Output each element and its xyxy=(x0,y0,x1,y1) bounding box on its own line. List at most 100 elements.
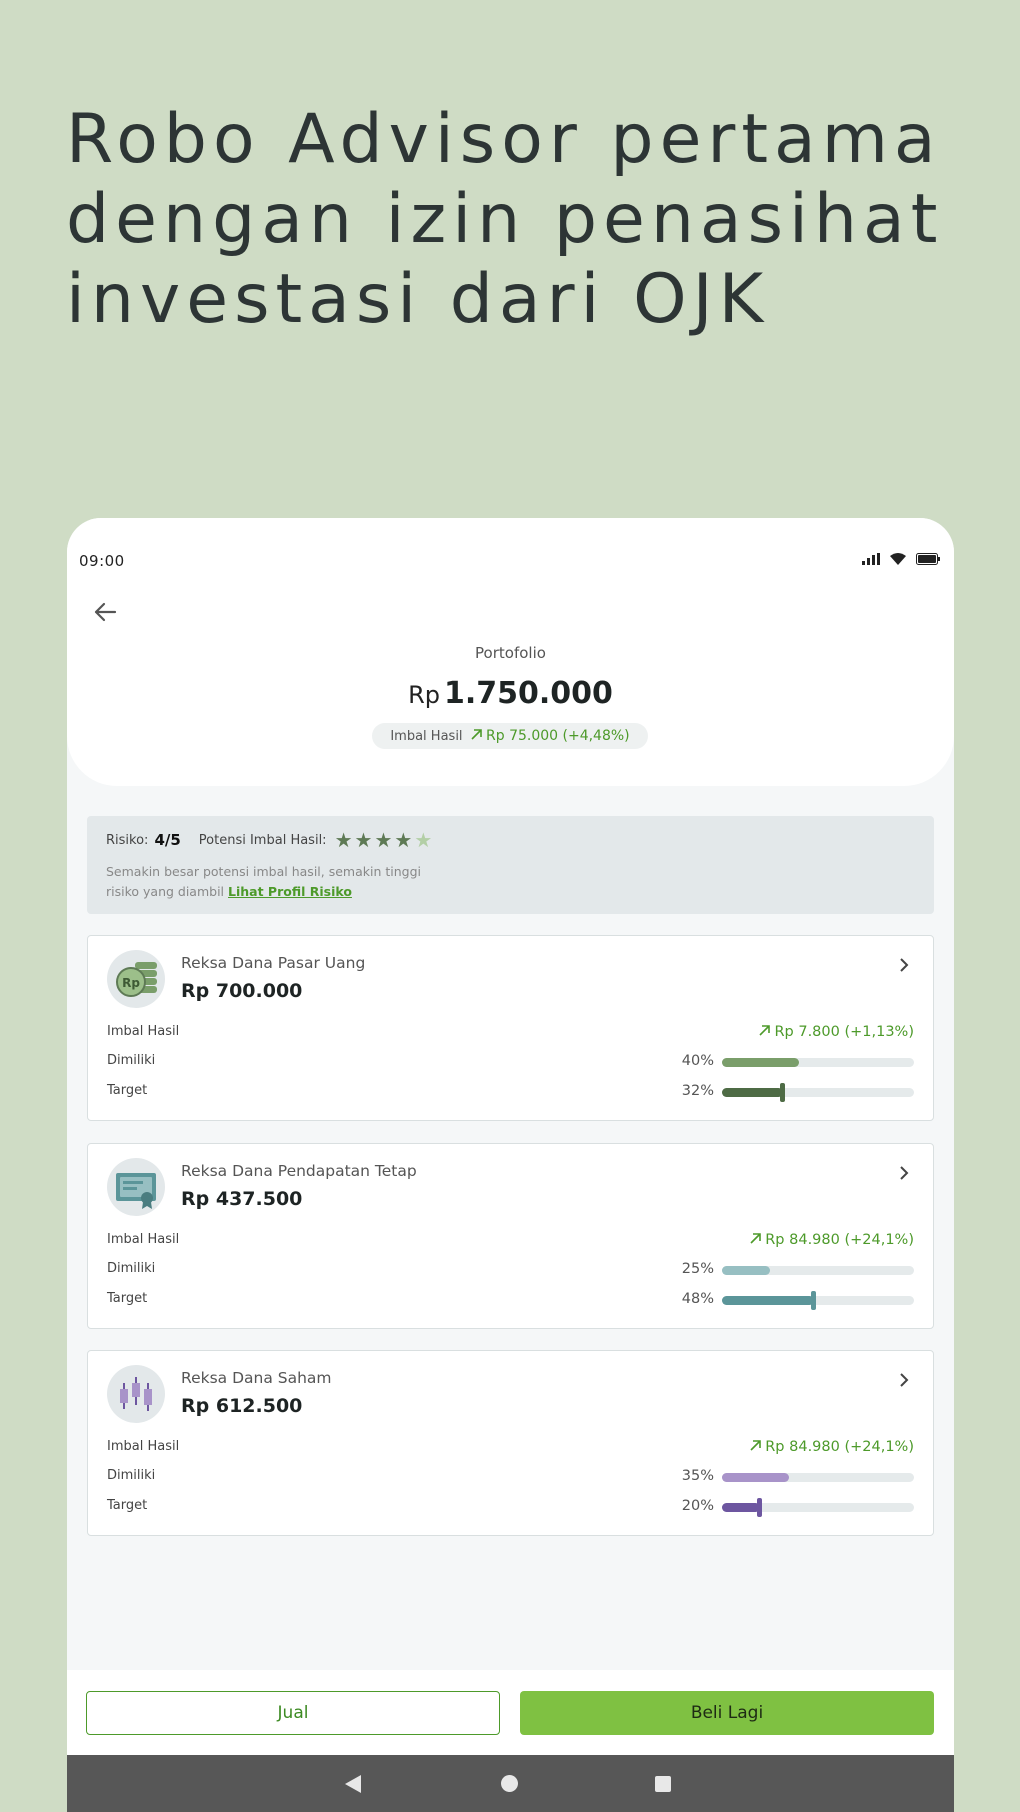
fund-name: Reksa Dana Saham xyxy=(181,1369,332,1387)
sell-button[interactable]: Jual xyxy=(86,1691,500,1735)
fund-target-label: Target xyxy=(107,1498,148,1513)
fund-return-amount: Rp 7.800 (+1,13%) xyxy=(774,1024,914,1040)
fund-target-row: Target 32% xyxy=(107,1083,914,1103)
battery-icon xyxy=(916,553,940,565)
money-coins-icon: Rp xyxy=(107,950,165,1008)
fund-owned-bar xyxy=(722,1266,914,1275)
headline-line-1: Robo Advisor pertama xyxy=(66,100,942,179)
arrow-up-right-icon xyxy=(470,729,482,740)
fund-owned-row: Dimiliki 25% xyxy=(107,1261,914,1281)
fund-name: Reksa Dana Pasar Uang xyxy=(181,954,366,972)
fund-owned-pct: 35% xyxy=(681,1468,714,1484)
portfolio-return-value: Rp 75.000 (+4,48%) xyxy=(470,728,630,744)
nav-back-icon[interactable] xyxy=(345,1775,361,1793)
portfolio-amount: 1.750.000 xyxy=(444,676,613,711)
fund-card-equity[interactable]: Reksa Dana Saham Rp 612.500 Imbal Hasil … xyxy=(87,1350,934,1536)
portfolio-return-label: Imbal Hasil xyxy=(390,728,463,744)
fund-amount: Rp 437.500 xyxy=(181,1188,303,1210)
fund-target-bar-fill xyxy=(722,1296,815,1305)
fund-return-value: Rp 84.980 (+24,1%) xyxy=(750,1439,914,1455)
fund-owned-bar-fill xyxy=(722,1058,799,1067)
fund-card-fixed-income[interactable]: Reksa Dana Pendapatan Tetap Rp 437.500 I… xyxy=(87,1143,934,1329)
portfolio-title: Portofolio xyxy=(475,644,546,662)
risk-label: Risiko: xyxy=(106,832,149,848)
phone-screen: 09:00 Portofolio Rp 1.750.000 Imbal Hasi… xyxy=(67,518,954,1812)
risk-summary: Risiko: 4/5 Potensi Imbal Hasil: ★ ★ ★ ★… xyxy=(106,830,432,850)
chevron-right-icon[interactable] xyxy=(895,954,913,976)
star-icon: ★ xyxy=(394,828,413,852)
nav-recents-icon[interactable] xyxy=(655,1776,671,1792)
fund-target-bar-fill xyxy=(722,1503,761,1512)
fund-owned-label: Dimiliki xyxy=(107,1261,156,1276)
fund-owned-row: Dimiliki 40% xyxy=(107,1053,914,1073)
risk-profile-link[interactable]: Lihat Profil Risiko xyxy=(228,884,352,899)
fund-target-pct: 48% xyxy=(681,1291,714,1307)
fund-owned-label: Dimiliki xyxy=(107,1468,156,1483)
fund-target-marker xyxy=(780,1083,786,1102)
fund-amount: Rp 612.500 xyxy=(181,1395,303,1417)
buy-again-button[interactable]: Beli Lagi xyxy=(520,1691,934,1735)
fund-target-marker xyxy=(757,1498,763,1517)
chevron-right-icon[interactable] xyxy=(895,1162,913,1184)
wifi-icon xyxy=(890,553,906,565)
headline-line-3: investasi dari OJK xyxy=(66,260,770,339)
fund-owned-bar-fill xyxy=(722,1266,770,1275)
fund-owned-row: Dimiliki 35% xyxy=(107,1468,914,1488)
portfolio-value: Rp 1.750.000 xyxy=(67,676,954,711)
certificate-icon xyxy=(107,1158,165,1216)
fund-return-value: Rp 84.980 (+24,1%) xyxy=(750,1232,914,1248)
fund-target-pct: 20% xyxy=(681,1498,714,1514)
fund-name: Reksa Dana Pendapatan Tetap xyxy=(181,1162,417,1180)
fund-target-bar xyxy=(722,1083,914,1102)
potential-return-stars: ★ ★ ★ ★ ★ xyxy=(335,830,433,850)
fund-target-row: Target 48% xyxy=(107,1291,914,1311)
fund-return-row: Imbal Hasil Rp 84.980 (+24,1%) xyxy=(107,1232,914,1252)
fund-target-bar-fill xyxy=(722,1088,784,1097)
fund-return-row: Imbal Hasil Rp 7.800 (+1,13%) xyxy=(107,1024,914,1044)
arrow-up-right-icon xyxy=(750,1233,761,1244)
portfolio-header: 09:00 Portofolio Rp 1.750.000 Imbal Hasi… xyxy=(67,518,954,786)
candlestick-icon xyxy=(107,1365,165,1423)
headline-line-2: dengan izin penasihat xyxy=(66,180,944,259)
fund-target-label: Target xyxy=(107,1083,148,1098)
fund-amount: Rp 700.000 xyxy=(181,980,303,1002)
arrow-up-right-icon xyxy=(750,1440,761,1451)
star-icon: ★ xyxy=(334,828,353,852)
fund-return-row: Imbal Hasil Rp 84.980 (+24,1%) xyxy=(107,1439,914,1459)
star-empty-icon: ★ xyxy=(414,828,433,852)
fund-return-label: Imbal Hasil xyxy=(107,1232,180,1247)
back-arrow-icon[interactable] xyxy=(87,594,123,630)
fund-return-amount: Rp 84.980 (+24,1%) xyxy=(765,1232,914,1248)
chevron-right-icon[interactable] xyxy=(895,1369,913,1391)
fund-target-marker xyxy=(811,1291,817,1310)
headline: Robo Advisor pertama dengan izin penasih… xyxy=(66,100,966,340)
android-nav-bar xyxy=(67,1755,954,1812)
risk-description: Semakin besar potensi imbal hasil, semak… xyxy=(106,862,426,902)
fund-owned-bar xyxy=(722,1473,914,1482)
potential-return-label: Potensi Imbal Hasil: xyxy=(198,832,327,848)
fund-target-bar xyxy=(722,1291,914,1310)
fund-target-label: Target xyxy=(107,1291,148,1306)
fund-return-label: Imbal Hasil xyxy=(107,1439,180,1454)
fund-return-value: Rp 7.800 (+1,13%) xyxy=(759,1024,914,1040)
fund-card-money-market[interactable]: Rp Reksa Dana Pasar Uang Rp 700.000 Imba… xyxy=(87,935,934,1121)
fund-target-row: Target 20% xyxy=(107,1498,914,1518)
signal-icon xyxy=(862,553,880,565)
star-icon: ★ xyxy=(354,828,373,852)
fund-owned-bar xyxy=(722,1058,914,1067)
status-time: 09:00 xyxy=(79,552,125,570)
status-icons xyxy=(862,553,940,565)
portfolio-currency: Rp xyxy=(408,681,440,709)
fund-return-label: Imbal Hasil xyxy=(107,1024,180,1039)
risk-value: 4/5 xyxy=(154,831,181,849)
portfolio-return-badge: Imbal Hasil Rp 75.000 (+4,48%) xyxy=(372,723,648,749)
fund-target-bar xyxy=(722,1498,914,1517)
fund-return-amount: Rp 84.980 (+24,1%) xyxy=(765,1439,914,1455)
fund-owned-label: Dimiliki xyxy=(107,1053,156,1068)
fund-owned-pct: 25% xyxy=(681,1261,714,1277)
nav-home-icon[interactable] xyxy=(501,1775,518,1792)
star-icon: ★ xyxy=(374,828,393,852)
fund-owned-bar-fill xyxy=(722,1473,790,1482)
risk-info-panel: Risiko: 4/5 Potensi Imbal Hasil: ★ ★ ★ ★… xyxy=(87,816,934,914)
fund-owned-pct: 40% xyxy=(681,1053,714,1069)
